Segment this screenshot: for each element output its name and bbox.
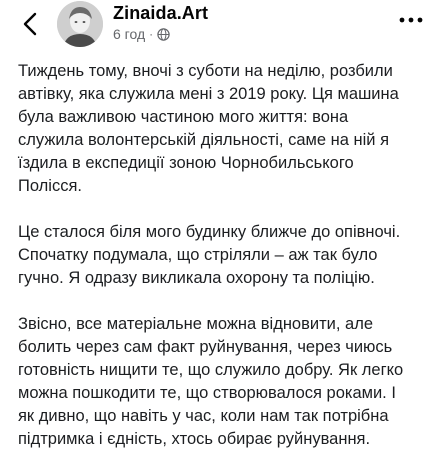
post-meta: 6 год · [113,26,170,42]
post-paragraph: Тиждень тому, вночі з суботи на неділю, … [18,62,399,195]
post-time[interactable]: 6 год [113,26,145,42]
post-text: Тиждень тому, вночі з суботи на неділю, … [18,60,426,451]
globe-icon [157,27,170,41]
post-header: Zinaida.Art 6 год · [0,0,433,52]
post-paragraph: Це сталося біля мого будинку ближче до о… [18,223,401,287]
meta-separator: · [149,27,154,41]
avatar[interactable] [57,1,103,47]
post-paragraph: Звісно, все матеріальне можна відновити,… [18,315,404,448]
back-button[interactable] [18,10,42,38]
more-dots-icon [399,17,423,23]
back-chevron-icon [23,12,37,36]
more-options-button[interactable] [397,10,425,30]
author-name[interactable]: Zinaida.Art [113,3,208,24]
